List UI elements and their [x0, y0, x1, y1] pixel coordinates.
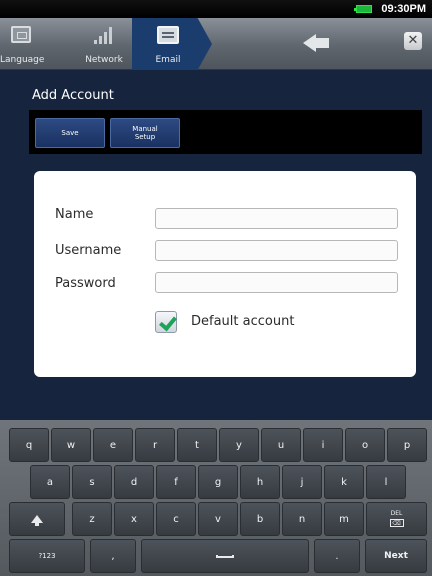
key-x[interactable]: x	[114, 502, 154, 536]
page-title: Add Account	[32, 88, 114, 103]
key-d[interactable]: d	[114, 465, 154, 499]
key-m[interactable]: m	[324, 502, 364, 536]
step-email-label: Email	[155, 55, 181, 65]
key-r[interactable]: r	[135, 428, 175, 462]
key-o[interactable]: o	[345, 428, 385, 462]
back-arrow-icon[interactable]	[303, 30, 339, 56]
status-time: 09:30PM	[381, 3, 426, 15]
key-k[interactable]: k	[324, 465, 364, 499]
space-key[interactable]	[141, 539, 309, 573]
key-z[interactable]: z	[72, 502, 112, 536]
password-label: Password	[55, 276, 116, 291]
key-j[interactable]: j	[282, 465, 322, 499]
close-icon[interactable]: ✕	[404, 32, 422, 50]
shift-key[interactable]	[9, 502, 65, 536]
default-account-checkbox[interactable]	[155, 311, 177, 333]
delete-key[interactable]: DEL ⌫	[366, 502, 427, 536]
status-bar: 09:30PM	[0, 0, 432, 18]
manual-setup-button[interactable]: Manual Setup	[110, 118, 180, 148]
key-w[interactable]: w	[51, 428, 91, 462]
key-s[interactable]: s	[72, 465, 112, 499]
step-language[interactable]: Language	[0, 18, 45, 70]
key-e[interactable]: e	[93, 428, 133, 462]
name-label: Name	[55, 207, 94, 222]
key-f[interactable]: f	[156, 465, 196, 499]
delete-key-label: DEL	[390, 510, 403, 517]
username-label: Username	[55, 243, 122, 258]
key-a[interactable]: a	[30, 465, 70, 499]
step-network-label: Network	[85, 55, 123, 65]
next-key[interactable]: Next	[365, 539, 427, 573]
default-account-label: Default account	[191, 314, 295, 329]
network-signal-icon	[94, 26, 114, 44]
username-field[interactable]	[155, 240, 398, 261]
shift-icon	[31, 515, 43, 526]
key-y[interactable]: y	[219, 428, 259, 462]
comma-key[interactable]: ,	[90, 539, 136, 573]
key-u[interactable]: u	[261, 428, 301, 462]
key-h[interactable]: h	[240, 465, 280, 499]
delete-key-glyph: ⌫	[389, 519, 404, 527]
key-i[interactable]: i	[303, 428, 343, 462]
space-icon	[216, 554, 234, 558]
email-icon	[157, 26, 179, 44]
password-field[interactable]	[155, 272, 398, 293]
key-t[interactable]: t	[177, 428, 217, 462]
step-language-label: Language	[0, 55, 45, 65]
key-c[interactable]: c	[156, 502, 196, 536]
on-screen-keyboard: q w e r t y u i o p a s d f g h j k l z …	[0, 420, 432, 576]
symbols-key[interactable]: ?123	[9, 539, 85, 573]
key-b[interactable]: b	[240, 502, 280, 536]
battery-icon	[354, 5, 372, 13]
step-network[interactable]: Network	[80, 18, 128, 70]
key-q[interactable]: q	[9, 428, 49, 462]
save-button[interactable]: Save	[35, 118, 105, 148]
account-form: Name Username Password Default account	[34, 171, 416, 377]
delete-icon: DEL ⌫	[389, 510, 404, 527]
key-v[interactable]: v	[198, 502, 238, 536]
language-icon	[11, 26, 31, 43]
name-field[interactable]	[155, 208, 398, 229]
period-key[interactable]: .	[314, 539, 360, 573]
key-p[interactable]: p	[387, 428, 427, 462]
step-email[interactable]: Email	[140, 18, 196, 70]
setup-wizard-bar: Language Network Email ✕	[0, 18, 432, 70]
key-g[interactable]: g	[198, 465, 238, 499]
key-n[interactable]: n	[282, 502, 322, 536]
key-l[interactable]: l	[366, 465, 406, 499]
action-bar: Save Manual Setup	[29, 110, 422, 154]
